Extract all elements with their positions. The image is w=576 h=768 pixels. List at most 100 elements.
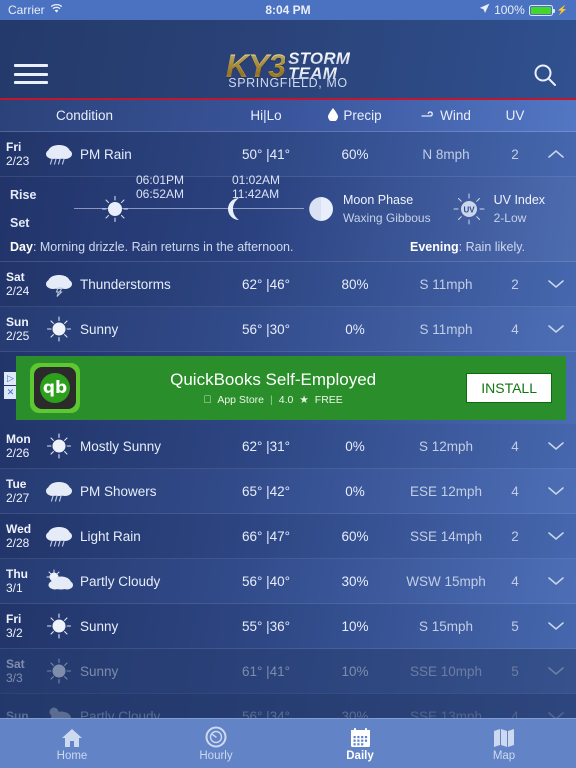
row-date: Sun <box>6 709 29 718</box>
sun-icon <box>101 195 129 223</box>
location-label: SPRINGFIELD, MO <box>228 76 348 90</box>
forecast-detail-panel: Rise Set 06:52AM 06:01PM 11:42AM 01:02AM <box>0 173 576 262</box>
row-date: Sat 3/3 <box>6 657 25 685</box>
rain-cloud-icon <box>44 523 74 549</box>
row-wind: S 11mph <box>419 276 473 292</box>
forecast-row[interactable]: Sat 2/24 Thunderstorms 62° |46° 80% S 11m… <box>0 262 576 307</box>
crescent-moon-icon <box>224 197 246 221</box>
row-condition-label: Partly Cloudy <box>80 573 161 589</box>
row-condition: Partly Cloudy <box>38 568 220 594</box>
search-icon[interactable] <box>532 62 558 88</box>
forecast-row[interactable]: Sun 2/25 Sunny 56° |30° 0% S 11mph 4 <box>0 307 576 352</box>
sun-set-time: 06:01PM <box>136 173 185 187</box>
moon-set-time: 01:02AM <box>232 173 281 187</box>
row-condition: Sunny <box>38 316 220 342</box>
tab-map-label: Map <box>492 749 516 762</box>
row-condition: Thunderstorms <box>38 271 220 297</box>
ad-rating: 4.0 <box>274 394 294 406</box>
location-arrow-icon <box>479 3 490 17</box>
advertisement-banner[interactable]: qb QuickBooks Self-Employed  App Store … <box>16 356 566 420</box>
row-condition: PM Rain <box>38 141 220 167</box>
row-uv: 2 <box>511 146 519 162</box>
evening-summary-text: : Rain likely. <box>458 240 526 254</box>
tab-hourly[interactable]: Hourly <box>144 719 288 768</box>
tab-home[interactable]: Home <box>0 719 144 768</box>
row-precip: 30% <box>341 573 369 589</box>
row-uv: 4 <box>511 483 519 499</box>
install-button[interactable]: INSTALL <box>466 373 552 403</box>
forecast-row[interactable]: Fri 3/2 Sunny 55° |36° 10% S 15mph 5 <box>0 604 576 649</box>
rise-set-labels: Rise Set <box>10 188 74 230</box>
row-date: Fri 2/23 <box>6 140 30 168</box>
chevron-down-icon[interactable] <box>536 619 576 634</box>
tab-daily[interactable]: Daily <box>288 719 432 768</box>
moon-phase-label: Moon Phase <box>343 193 414 207</box>
forecast-row[interactable]: Sat 3/3 Sunny 61° |41° 10% SSE 10mph 5 <box>0 649 576 694</box>
evening-summary: Evening: Rain likely. <box>410 240 525 254</box>
row-date: Mon 2/26 <box>6 432 31 460</box>
daily-forecast-list[interactable]: Fri 2/23 PM Rain 50° |41° 60% N 8mph 2 Ri… <box>0 132 576 718</box>
moon-phase-block: Moon Phase Waxing Gibbous <box>308 191 431 227</box>
chevron-up-icon[interactable] <box>536 147 576 162</box>
chevron-down-icon[interactable] <box>536 439 576 454</box>
row-uv: 4 <box>511 708 519 719</box>
svg-text:UV: UV <box>463 206 475 215</box>
carrier-label: Carrier <box>8 3 45 17</box>
row-uv: 2 <box>511 276 519 292</box>
row-precip: 0% <box>345 483 365 499</box>
chevron-down-icon[interactable] <box>536 277 576 292</box>
forecast-row[interactable]: Thu 3/1 Partly Cloudy 56° |40° 30% WSW 15… <box>0 559 576 604</box>
row-date: Fri 3/2 <box>6 612 23 640</box>
quickbooks-logo-icon: qb <box>30 363 80 413</box>
row-wind: WSW 15mph <box>406 573 486 589</box>
forecast-row[interactable]: Fri 2/23 PM Rain 50° |41° 60% N 8mph 2 <box>0 132 576 177</box>
chevron-down-icon[interactable] <box>536 322 576 337</box>
row-wind: SSE 13mph <box>409 708 483 719</box>
rise-label: Rise <box>10 188 37 202</box>
chevron-down-icon[interactable] <box>536 664 576 679</box>
moon-phase-text: Moon Phase Waxing Gibbous <box>343 191 431 227</box>
chevron-down-icon[interactable] <box>536 484 576 499</box>
row-wind: S 11mph <box>419 321 473 337</box>
uv-index-block: UV UV Index 2-Low <box>453 191 545 227</box>
row-condition: Sunny <box>38 613 220 639</box>
moon-phase-icon <box>308 196 334 222</box>
mostly-sunny-icon <box>44 433 74 459</box>
row-precip: 0% <box>345 321 365 337</box>
row-condition: Partly Cloudy <box>38 703 220 718</box>
forecast-row[interactable]: Sun Partly Cloudy 56° |34° 30% SSE 13mph… <box>0 694 576 718</box>
ad-store-label: App Store <box>213 394 264 406</box>
row-temp: 56° |34° <box>241 708 291 719</box>
chevron-down-icon[interactable] <box>536 709 576 718</box>
wifi-icon <box>50 3 63 17</box>
day-summary-text: : Morning drizzle. Rain returns in the a… <box>32 240 294 254</box>
set-label: Set <box>10 216 30 230</box>
row-precip: 30% <box>341 708 369 719</box>
sun-rise-time: 06:52AM <box>136 187 185 201</box>
row-temp: 62° |31° <box>241 438 291 454</box>
row-precip: 10% <box>341 618 369 634</box>
chevron-down-icon[interactable] <box>536 574 576 589</box>
row-condition-label: PM Rain <box>80 146 132 162</box>
row-temp: 61° |41° <box>241 663 291 679</box>
row-wind: S 15mph <box>418 618 474 634</box>
row-wind: SSE 10mph <box>409 663 483 679</box>
charging-bolt-icon: ⚡ <box>556 4 568 15</box>
partly-cloudy-icon <box>44 703 74 718</box>
column-header-condition: Condition <box>56 108 114 123</box>
forecast-row[interactable]: Mon 2/26 Mostly Sunny 62° |31° 0% S 12mph… <box>0 424 576 469</box>
row-date: Tue 2/27 <box>6 477 30 505</box>
forecast-row[interactable]: Wed 2/28 Light Rain 66° |47° 60% SSE 14mp… <box>0 514 576 559</box>
row-date: Sat 2/24 <box>6 270 30 298</box>
forecast-row[interactable]: Tue 2/27 PM Showers 65° |42° 0% ESE 12mph… <box>0 469 576 514</box>
tab-map[interactable]: Map <box>432 719 576 768</box>
home-icon <box>61 726 83 748</box>
chevron-down-icon[interactable] <box>536 529 576 544</box>
evening-summary-label: Evening <box>410 240 459 254</box>
app-header: KY3 STORM TEAM SPRINGFIELD, MO <box>0 20 576 98</box>
rain-cloud-icon <box>44 141 74 167</box>
row-wind: N 8mph <box>422 146 470 162</box>
advertisement-container: ▷ ✕ qb QuickBooks Self-Employed  App St… <box>0 352 576 424</box>
map-icon <box>493 726 515 748</box>
sun-moon-track: 06:52AM 06:01PM 11:42AM 01:02AM <box>74 173 304 231</box>
